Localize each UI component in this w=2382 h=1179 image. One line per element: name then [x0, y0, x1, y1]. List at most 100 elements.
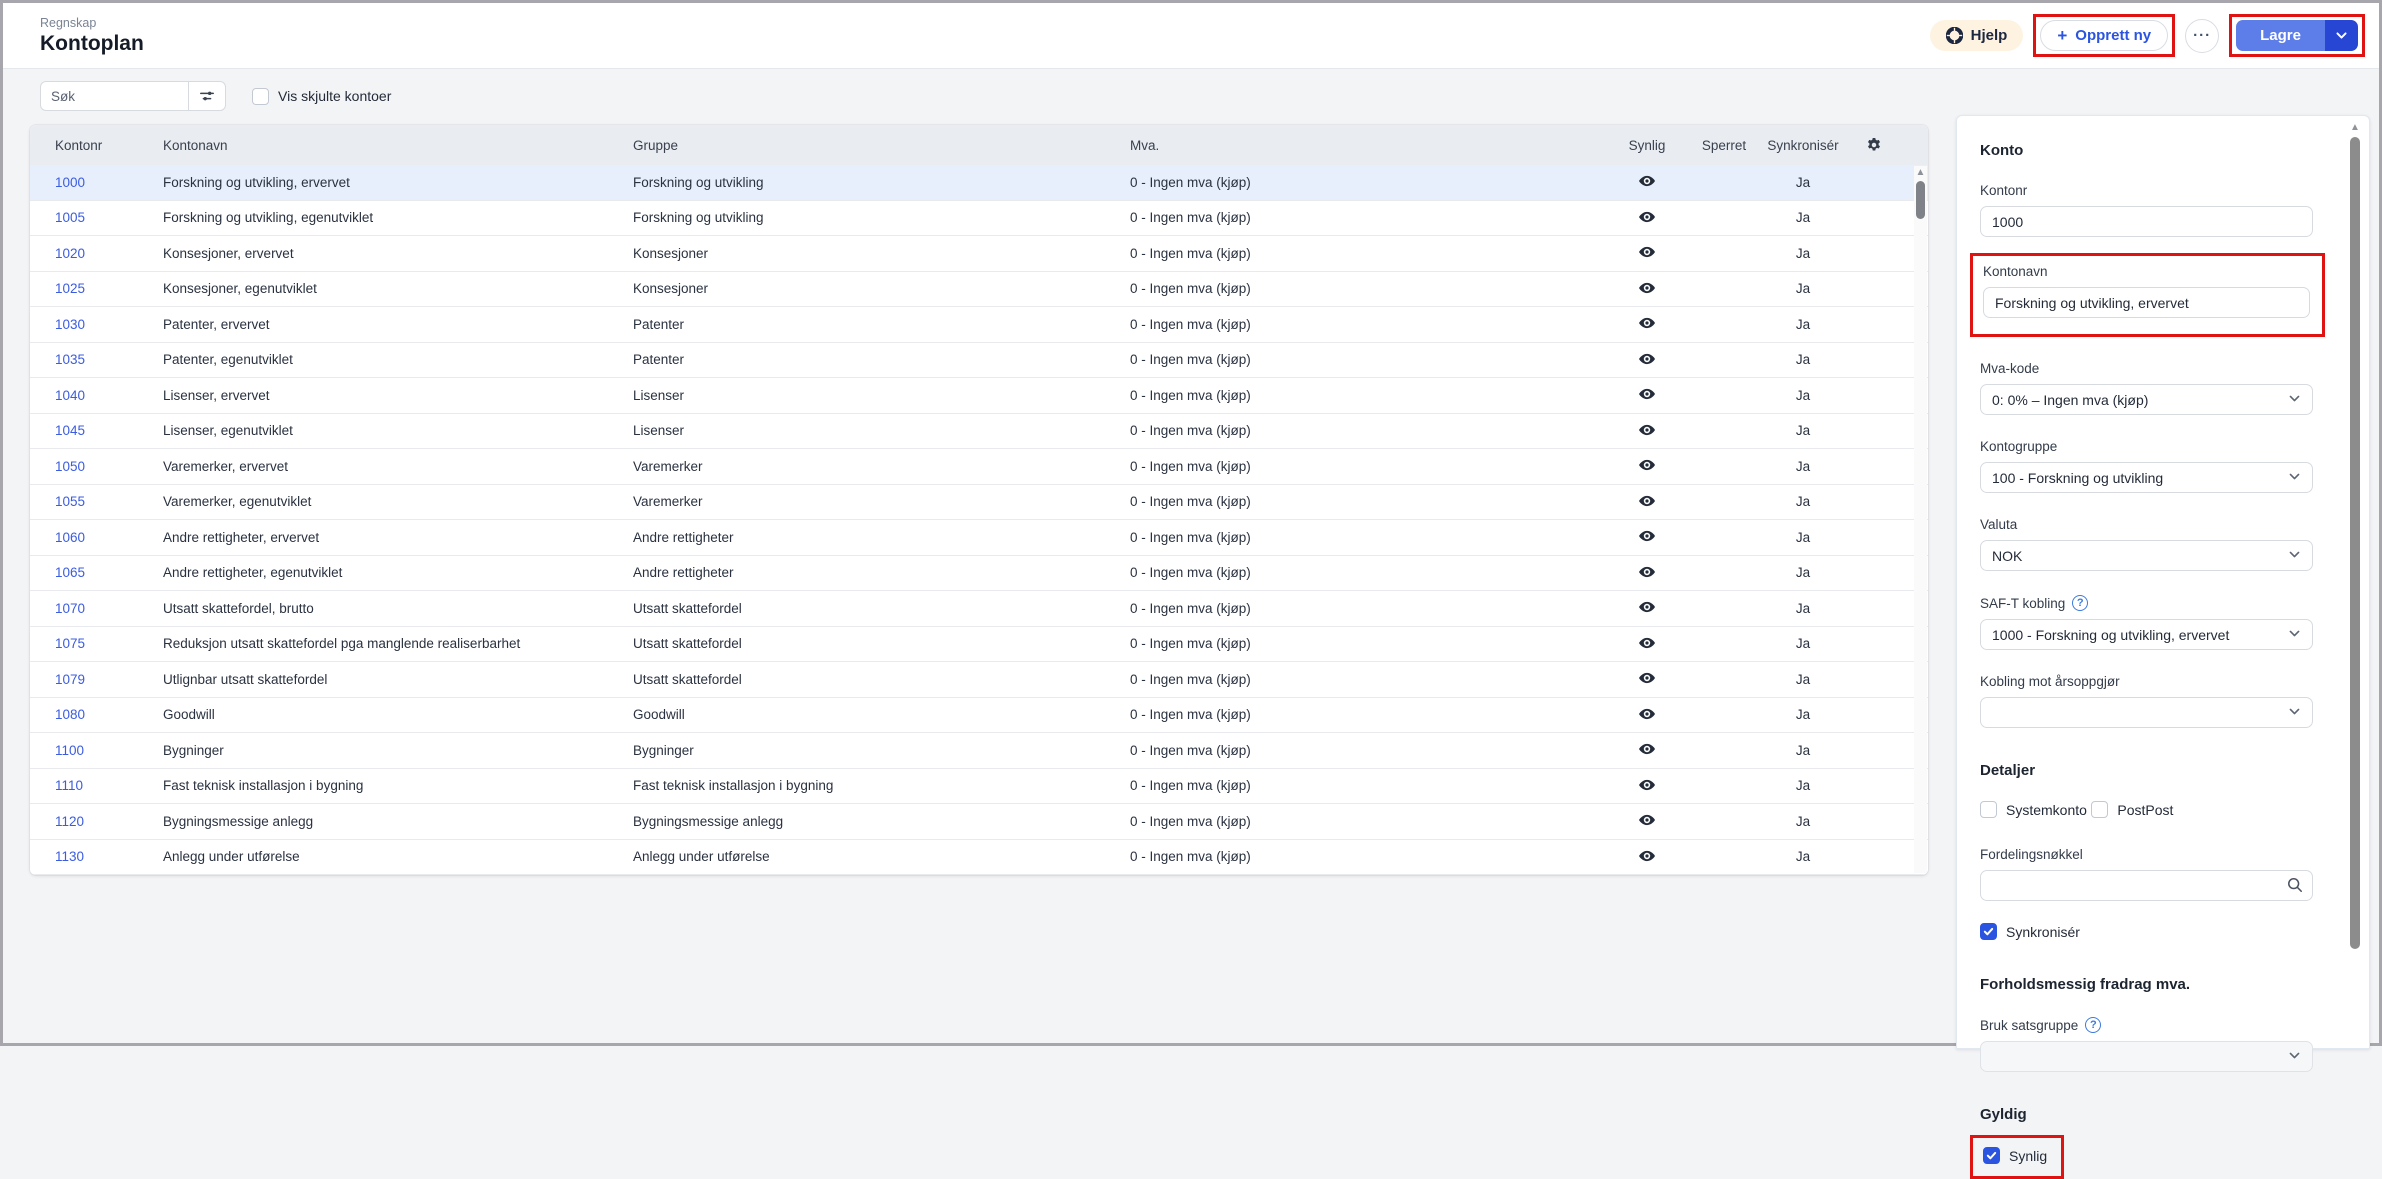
- table-row[interactable]: 1070 Utsatt skattefordel, brutto Utsatt …: [30, 591, 1928, 627]
- table-row[interactable]: 1120 Bygningsmessige anlegg Bygningsmess…: [30, 804, 1928, 840]
- postpost-checkbox[interactable]: [2091, 801, 2108, 818]
- postpost-toggle[interactable]: PostPost: [2091, 801, 2173, 818]
- account-number-link[interactable]: 1075: [30, 636, 163, 651]
- search-input[interactable]: [40, 81, 188, 111]
- account-number-link[interactable]: 1035: [30, 352, 163, 367]
- table-row[interactable]: 1080 Goodwill Goodwill 0 - Ingen mva (kj…: [30, 698, 1928, 734]
- account-number-link[interactable]: 1100: [30, 743, 163, 758]
- table-row[interactable]: 1020 Konsesjoner, ervervet Konsesjoner 0…: [30, 236, 1928, 272]
- column-header-synkroniser[interactable]: Synkronisér: [1758, 138, 1848, 153]
- more-actions-button[interactable]: ···: [2185, 19, 2219, 53]
- account-number-link[interactable]: 1030: [30, 317, 163, 332]
- account-number-link[interactable]: 1110: [30, 778, 163, 793]
- synkroniser-checkbox[interactable]: [1980, 923, 1997, 940]
- table-scrollbar[interactable]: ▲: [1914, 166, 1927, 873]
- eye-visible-icon[interactable]: [1639, 601, 1655, 616]
- show-hidden-accounts-toggle[interactable]: Vis skjulte kontoer: [252, 88, 391, 105]
- kobling-arsoppgjor-select[interactable]: [1980, 697, 2313, 728]
- eye-visible-icon[interactable]: [1639, 814, 1655, 829]
- column-header-gruppe[interactable]: Gruppe: [633, 138, 1130, 153]
- account-number-link[interactable]: 1060: [30, 530, 163, 545]
- synlig-toggle[interactable]: Synlig: [1983, 1147, 2047, 1164]
- synlig-checkbox[interactable]: [1983, 1147, 2000, 1164]
- account-number-link[interactable]: 1040: [30, 388, 163, 403]
- kontonr-input[interactable]: [1980, 206, 2313, 237]
- account-number-link[interactable]: 1055: [30, 494, 163, 509]
- eye-visible-icon[interactable]: [1639, 246, 1655, 261]
- eye-visible-icon[interactable]: [1639, 850, 1655, 865]
- show-hidden-checkbox[interactable]: [252, 88, 269, 105]
- panel-scrollbar[interactable]: ▲: [2348, 121, 2362, 1040]
- eye-visible-icon[interactable]: [1639, 566, 1655, 581]
- table-row[interactable]: 1025 Konsesjoner, egenutviklet Konsesjon…: [30, 272, 1928, 308]
- eye-visible-icon[interactable]: [1639, 637, 1655, 652]
- eye-visible-icon[interactable]: [1639, 388, 1655, 403]
- info-icon[interactable]: ?: [2072, 595, 2088, 611]
- eye-visible-icon[interactable]: [1639, 530, 1655, 545]
- table-row[interactable]: 1060 Andre rettigheter, ervervet Andre r…: [30, 520, 1928, 556]
- account-number-link[interactable]: 1045: [30, 423, 163, 438]
- eye-visible-icon[interactable]: [1639, 495, 1655, 510]
- table-row[interactable]: 1065 Andre rettigheter, egenutviklet And…: [30, 556, 1928, 592]
- account-number-link[interactable]: 1070: [30, 601, 163, 616]
- eye-visible-icon[interactable]: [1639, 353, 1655, 368]
- column-header-sperret[interactable]: Sperret: [1690, 138, 1758, 153]
- column-header-mva[interactable]: Mva.: [1130, 138, 1604, 153]
- eye-visible-icon[interactable]: [1639, 175, 1655, 190]
- table-row[interactable]: 1045 Lisenser, egenutviklet Lisenser 0 -…: [30, 414, 1928, 450]
- table-row[interactable]: 1035 Patenter, egenutviklet Patenter 0 -…: [30, 343, 1928, 379]
- account-number-link[interactable]: 1000: [30, 175, 163, 190]
- kontogruppe-select[interactable]: 100 - Forskning og utvikling: [1980, 462, 2313, 493]
- scroll-up-icon[interactable]: ▲: [1916, 166, 1926, 180]
- eye-visible-icon[interactable]: [1639, 459, 1655, 474]
- account-number-link[interactable]: 1020: [30, 246, 163, 261]
- table-settings-button[interactable]: [1848, 137, 1900, 153]
- account-number-link[interactable]: 1079: [30, 672, 163, 687]
- account-number-link[interactable]: 1120: [30, 814, 163, 829]
- mva-kode-select[interactable]: 0: 0% – Ingen mva (kjøp): [1980, 384, 2313, 415]
- info-icon[interactable]: ?: [2085, 1017, 2101, 1033]
- account-number-link[interactable]: 1080: [30, 707, 163, 722]
- table-row[interactable]: 1040 Lisenser, ervervet Lisenser 0 - Ing…: [30, 378, 1928, 414]
- table-row[interactable]: 1030 Patenter, ervervet Patenter 0 - Ing…: [30, 307, 1928, 343]
- column-header-kontonavn[interactable]: Kontonavn: [163, 138, 633, 153]
- filter-button[interactable]: [188, 81, 226, 111]
- account-number-link[interactable]: 1005: [30, 210, 163, 225]
- table-row[interactable]: 1050 Varemerker, ervervet Varemerker 0 -…: [30, 449, 1928, 485]
- eye-visible-icon[interactable]: [1639, 211, 1655, 226]
- eye-visible-icon[interactable]: [1639, 708, 1655, 723]
- table-row[interactable]: 1055 Varemerker, egenutviklet Varemerker…: [30, 485, 1928, 521]
- account-number-link[interactable]: 1050: [30, 459, 163, 474]
- table-row[interactable]: 1130 Anlegg under utførelse Anlegg under…: [30, 840, 1928, 876]
- kontonavn-input[interactable]: [1983, 287, 2310, 318]
- synkroniser-toggle[interactable]: Synkronisér: [1980, 923, 2080, 940]
- eye-visible-icon[interactable]: [1639, 317, 1655, 332]
- create-new-button[interactable]: + Opprett ny: [2040, 20, 2168, 51]
- systemkonto-checkbox[interactable]: [1980, 801, 1997, 818]
- table-row[interactable]: 1005 Forskning og utvikling, egenutvikle…: [30, 201, 1928, 237]
- systemkonto-toggle[interactable]: Systemkonto: [1980, 801, 2087, 818]
- help-button[interactable]: Hjelp: [1930, 20, 2024, 51]
- column-header-synlig[interactable]: Synlig: [1604, 138, 1690, 153]
- account-number-link[interactable]: 1025: [30, 281, 163, 296]
- table-row[interactable]: 1079 Utlignbar utsatt skattefordel Utsat…: [30, 662, 1928, 698]
- saft-kobling-select[interactable]: 1000 - Forskning og utvikling, ervervet: [1980, 619, 2313, 650]
- eye-visible-icon[interactable]: [1639, 282, 1655, 297]
- scroll-up-icon[interactable]: ▲: [2350, 121, 2360, 135]
- eye-visible-icon[interactable]: [1639, 779, 1655, 794]
- table-scrollbar-thumb[interactable]: [1916, 181, 1925, 219]
- valuta-select[interactable]: NOK: [1980, 540, 2313, 571]
- save-dropdown-button[interactable]: [2325, 20, 2358, 51]
- account-number-link[interactable]: 1130: [30, 849, 163, 864]
- column-header-kontonr[interactable]: Kontonr: [30, 138, 163, 153]
- save-button[interactable]: Lagre: [2236, 20, 2325, 51]
- eye-visible-icon[interactable]: [1639, 672, 1655, 687]
- panel-scrollbar-thumb[interactable]: [2350, 137, 2360, 949]
- table-row[interactable]: 1000 Forskning og utvikling, ervervet Fo…: [30, 165, 1928, 201]
- account-number-link[interactable]: 1065: [30, 565, 163, 580]
- eye-visible-icon[interactable]: [1639, 424, 1655, 439]
- fordelingsnokkel-input[interactable]: [1980, 870, 2313, 901]
- table-row[interactable]: 1075 Reduksjon utsatt skattefordel pga m…: [30, 627, 1928, 663]
- table-row[interactable]: 1100 Bygninger Bygninger 0 - Ingen mva (…: [30, 733, 1928, 769]
- table-row[interactable]: 1110 Fast teknisk installasjon i bygning…: [30, 769, 1928, 805]
